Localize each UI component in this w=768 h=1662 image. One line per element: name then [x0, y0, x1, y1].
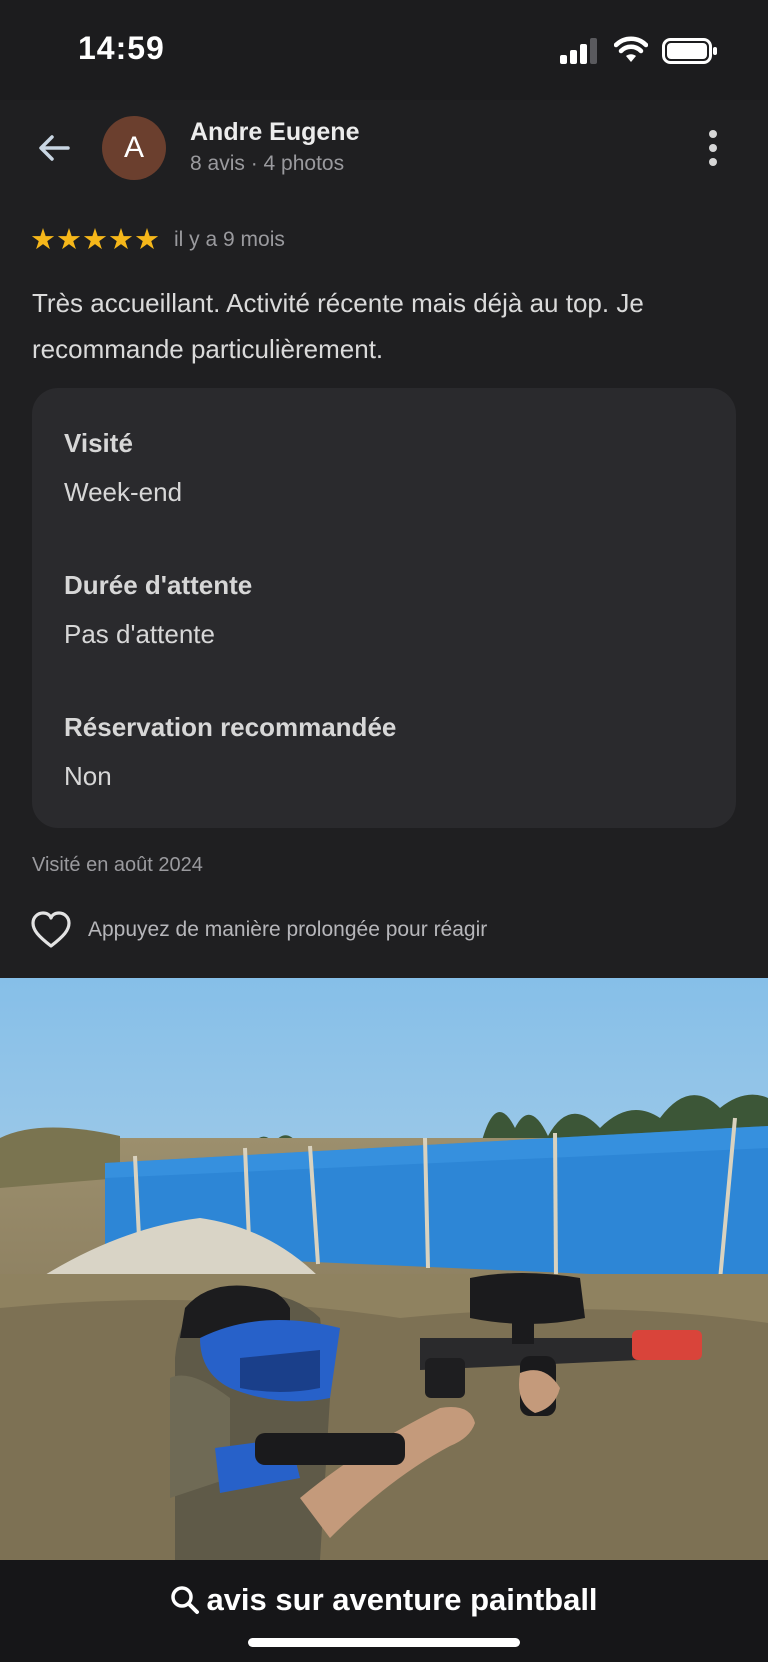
- detail-value: Pas d'attente: [64, 619, 215, 649]
- detail-wait-time: Durée d'attente Pas d'attente: [64, 570, 252, 650]
- detail-label: Durée d'attente: [64, 570, 253, 600]
- detail-visit: Visité Week-end: [64, 428, 182, 508]
- avatar[interactable]: A: [102, 116, 166, 180]
- signal-icon: [560, 38, 597, 64]
- back-arrow-icon[interactable]: [34, 128, 74, 168]
- home-indicator[interactable]: [248, 1638, 520, 1647]
- status-time: 14:59: [78, 30, 165, 66]
- detail-label: Visité: [64, 428, 133, 458]
- reaction-row[interactable]: Appuyez de manière prolongée pour réagir: [30, 910, 487, 950]
- more-vert-icon[interactable]: [700, 128, 726, 168]
- visited-date: Visité en août 2024: [32, 854, 203, 876]
- rating-row: ★★★★★ il y a 9 mois: [30, 224, 285, 256]
- detail-value: Non: [64, 761, 112, 791]
- review-time: il y a 9 mois: [174, 228, 285, 251]
- bottom-search-bar[interactable]: avis sur aventure paintball: [0, 1560, 768, 1662]
- star-rating: ★★★★★: [30, 224, 160, 256]
- reviewer-name[interactable]: Andre Eugene: [190, 118, 359, 147]
- search-icon: [171, 1586, 200, 1614]
- wifi-icon: [614, 36, 648, 62]
- review-photo[interactable]: [0, 978, 768, 1560]
- visit-details-card: Visité Week-end Durée d'attente Pas d'at…: [32, 388, 736, 828]
- heart-icon[interactable]: [30, 910, 72, 950]
- review-header: A Andre Eugene 8 avis · 4 photos: [0, 100, 768, 200]
- photo-paintball-scene: [0, 978, 768, 1560]
- status-bar: 14:59: [0, 0, 768, 100]
- review-text: Très accueillant. Activité récente mais …: [32, 288, 644, 364]
- battery-icon: [662, 38, 717, 64]
- detail-label: Réservation recommandée: [64, 712, 397, 742]
- detail-reservation: Réservation recommandée Non: [64, 712, 396, 792]
- detail-value: Week-end: [64, 477, 183, 507]
- reviewer-meta: 8 avis · 4 photos: [190, 152, 345, 175]
- reaction-hint: Appuyez de manière prolongée pour réagir: [88, 918, 488, 941]
- search-query[interactable]: avis sur aventure paintball: [0, 1582, 768, 1618]
- search-label: avis sur aventure paintball: [206, 1582, 598, 1617]
